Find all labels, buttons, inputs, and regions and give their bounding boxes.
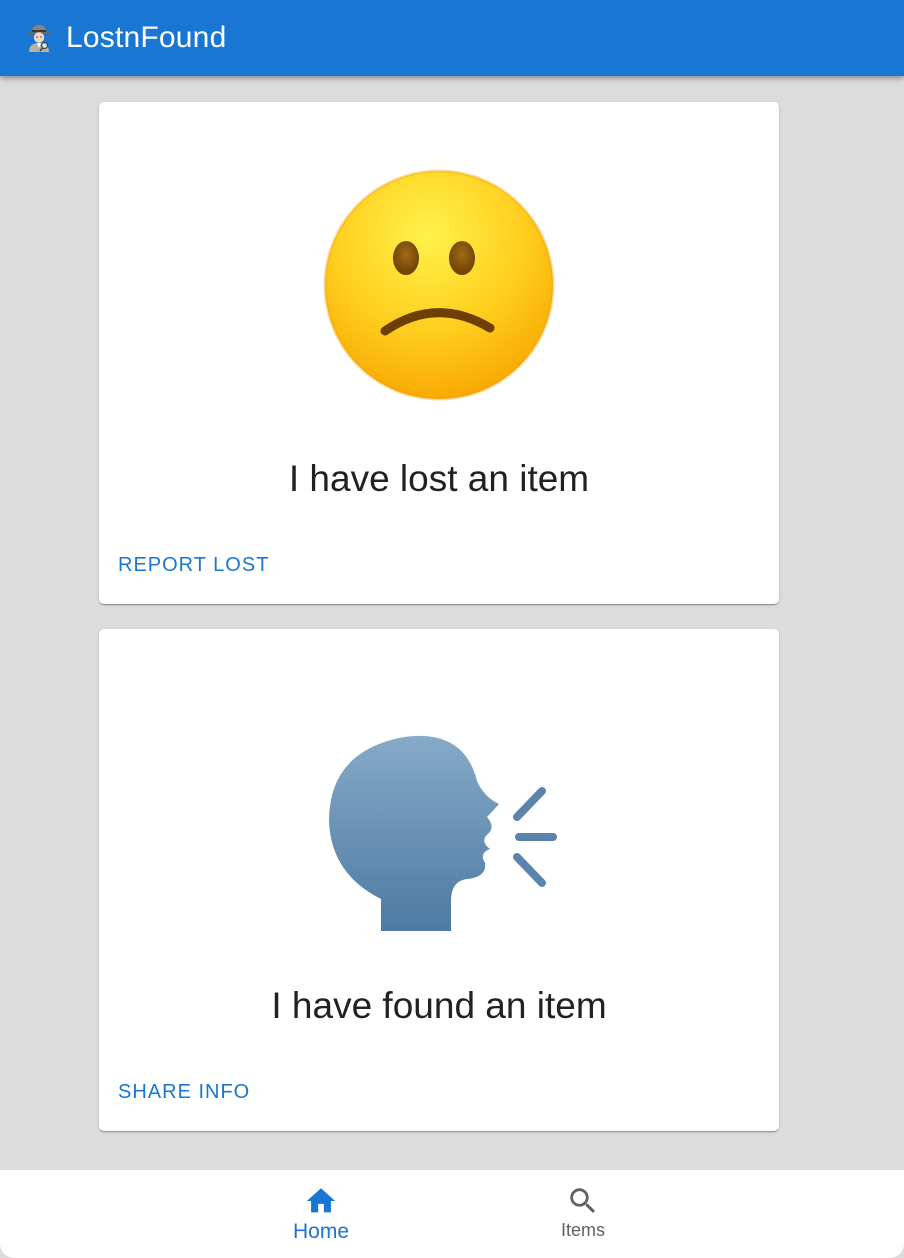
- detective-icon: [27, 25, 51, 52]
- report-lost-button[interactable]: REPORT LOST: [118, 554, 269, 577]
- app-title: LostnFound: [66, 21, 227, 54]
- search-icon: [570, 1188, 596, 1214]
- nav-home-label: Home: [292, 1220, 350, 1243]
- nav-items-label: Items: [560, 1220, 605, 1240]
- card-media: [99, 729, 779, 939]
- app-screen: LostnFound I have lost an item REPORT LO…: [0, 0, 904, 1258]
- found-item-card: I have found an item SHARE INFO: [99, 629, 779, 1131]
- lost-item-card: I have lost an item REPORT LOST: [99, 102, 779, 604]
- card-title: I have found an item: [271, 985, 607, 1026]
- home-icon: [306, 1188, 336, 1213]
- nav-items[interactable]: Items: [452, 1170, 714, 1258]
- slightly-frowning-face-icon: [323, 169, 555, 401]
- card-title: I have lost an item: [288, 458, 590, 499]
- bottom-navigation: Home Items: [0, 1170, 904, 1258]
- share-info-button[interactable]: SHARE INFO: [118, 1081, 250, 1104]
- speaking-head-icon: [329, 735, 557, 931]
- app-bar: LostnFound: [0, 0, 904, 76]
- nav-home[interactable]: Home: [190, 1170, 452, 1258]
- card-media: [99, 160, 779, 410]
